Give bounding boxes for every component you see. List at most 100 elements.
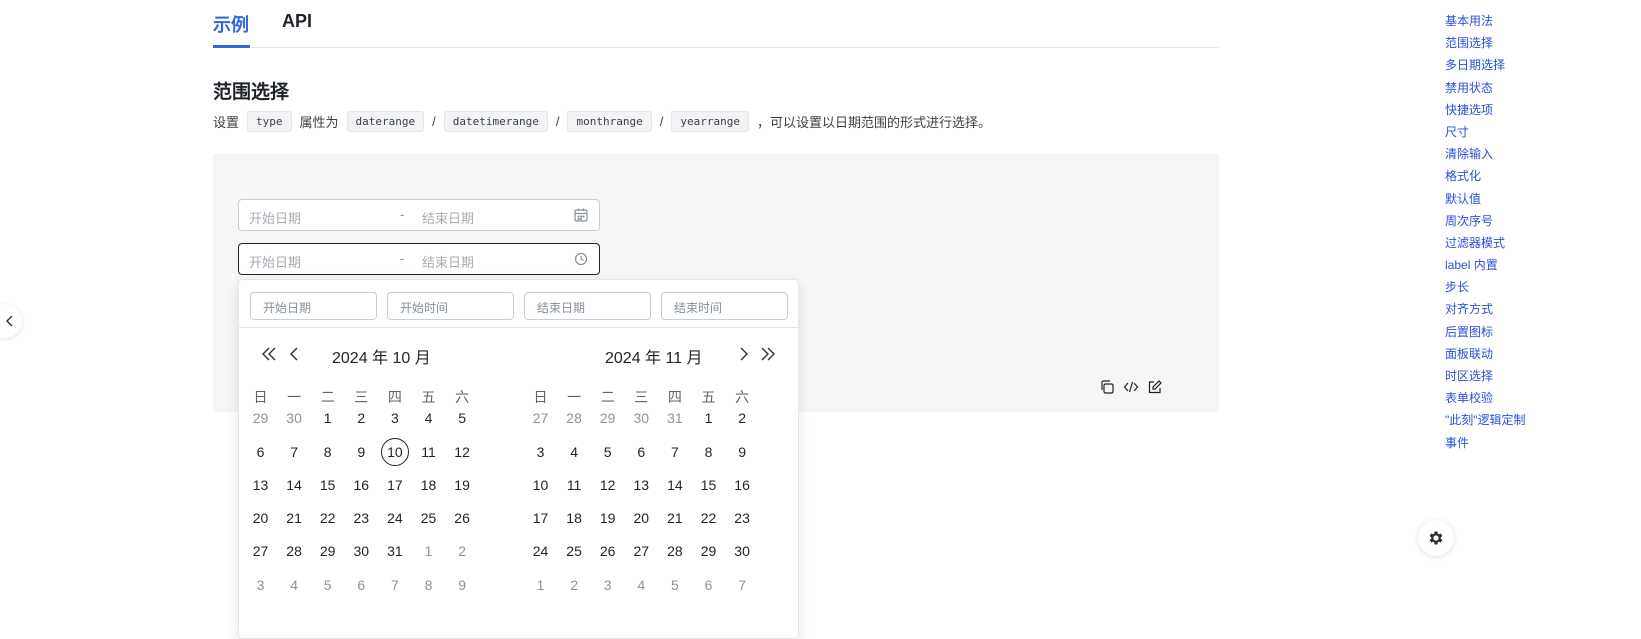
copy-code-icon[interactable] (1099, 379, 1115, 395)
calendar-day[interactable]: 30 (344, 537, 379, 565)
calendar-day[interactable]: 16 (344, 471, 379, 499)
calendar-day[interactable]: 24 (377, 504, 412, 532)
toc-link[interactable]: 步长 (1445, 278, 1526, 300)
calendar-day[interactable]: 3 (523, 438, 558, 466)
calendar-day[interactable]: 28 (277, 537, 312, 565)
calendar-day[interactable]: 8 (411, 571, 446, 599)
settings-button[interactable] (1418, 520, 1454, 556)
sidebar-toggle[interactable] (0, 304, 22, 338)
next-year-icon[interactable] (757, 343, 779, 365)
calendar-day[interactable]: 1 (310, 404, 345, 432)
view-source-icon[interactable] (1123, 379, 1139, 395)
calendar-day[interactable]: 30 (624, 404, 659, 432)
calendar-day[interactable]: 6 (243, 438, 278, 466)
calendar-day[interactable]: 3 (377, 404, 412, 432)
calendar-day[interactable]: 7 (277, 438, 312, 466)
calendar-day[interactable]: 22 (691, 504, 726, 532)
calendar-day[interactable]: 17 (377, 471, 412, 499)
calendar-day[interactable]: 23 (725, 504, 760, 532)
calendar-day[interactable]: 11 (557, 471, 592, 499)
calendar-day[interactable]: 21 (277, 504, 312, 532)
start-date-field[interactable]: 开始日期 (250, 292, 377, 320)
toc-link[interactable]: 对齐方式 (1445, 300, 1526, 322)
toc-link[interactable]: label 内置 (1445, 256, 1526, 278)
calendar-day[interactable]: 16 (725, 471, 760, 499)
calendar-day[interactable]: 14 (657, 471, 692, 499)
calendar-day[interactable]: 10 (523, 471, 558, 499)
calendar-day[interactable]: 23 (344, 504, 379, 532)
calendar-day[interactable]: 2 (344, 404, 379, 432)
calendar-day[interactable]: 20 (624, 504, 659, 532)
prev-month-icon[interactable] (283, 343, 305, 365)
calendar-day[interactable]: 27 (243, 537, 278, 565)
toc-link[interactable]: 面板联动 (1445, 345, 1526, 367)
calendar-day[interactable]: 26 (590, 537, 625, 565)
toc-link[interactable]: 时区选择 (1445, 367, 1526, 389)
calendar-day[interactable]: 6 (691, 571, 726, 599)
calendar-day[interactable]: 1 (411, 537, 446, 565)
toc-link[interactable]: 尺寸 (1445, 123, 1526, 145)
calendar-day[interactable]: 27 (624, 537, 659, 565)
calendar-day[interactable]: 31 (377, 537, 412, 565)
calendar-day[interactable]: 7 (657, 438, 692, 466)
calendar-day[interactable]: 22 (310, 504, 345, 532)
calendar-day[interactable]: 2 (725, 404, 760, 432)
calendar-day[interactable]: 30 (725, 537, 760, 565)
calendar-day[interactable]: 11 (411, 438, 446, 466)
date-range-input[interactable]: 开始日期 - 结束日期 (238, 199, 600, 231)
toc-link[interactable]: 快捷选项 (1445, 101, 1526, 123)
calendar-day[interactable]: 29 (243, 404, 278, 432)
toc-link[interactable]: 周次序号 (1445, 212, 1526, 234)
calendar-day[interactable]: 8 (310, 438, 345, 466)
toc-link[interactable]: 清除输入 (1445, 145, 1526, 167)
datetime-range-input[interactable]: 开始日期 - 结束日期 (238, 243, 600, 275)
calendar-day[interactable]: 1 (691, 404, 726, 432)
toc-link[interactable]: 事件 (1445, 434, 1526, 456)
calendar-day[interactable]: 18 (411, 471, 446, 499)
calendar-day[interactable]: 5 (445, 404, 480, 432)
calendar-day[interactable]: 5 (310, 571, 345, 599)
calendar-day[interactable]: 7 (725, 571, 760, 599)
calendar-day[interactable]: 29 (691, 537, 726, 565)
tab-api[interactable]: API (282, 11, 312, 32)
calendar-day[interactable]: 30 (277, 404, 312, 432)
calendar-day[interactable]: 29 (590, 404, 625, 432)
toc-link[interactable]: 多日期选择 (1445, 56, 1526, 78)
calendar-day[interactable]: 25 (557, 537, 592, 565)
toc-link[interactable]: 后置图标 (1445, 323, 1526, 345)
calendar-day[interactable]: 13 (624, 471, 659, 499)
calendar-day[interactable]: 12 (445, 438, 480, 466)
calendar-day[interactable]: 25 (411, 504, 446, 532)
toc-link[interactable]: 默认值 (1445, 190, 1526, 212)
calendar-day[interactable]: 24 (523, 537, 558, 565)
calendar-day[interactable]: 2 (557, 571, 592, 599)
toc-link[interactable]: 基本用法 (1445, 12, 1526, 34)
end-time-field[interactable]: 结束时间 (661, 292, 788, 320)
toc-link[interactable]: 禁用状态 (1445, 79, 1526, 101)
calendar-day[interactable]: 3 (243, 571, 278, 599)
edit-playground-icon[interactable] (1147, 379, 1163, 395)
calendar-day[interactable]: 7 (377, 571, 412, 599)
calendar-day[interactable]: 4 (277, 571, 312, 599)
toc-link[interactable]: 过滤器模式 (1445, 234, 1526, 256)
calendar-day[interactable]: 31 (657, 404, 692, 432)
calendar-day[interactable]: 18 (557, 504, 592, 532)
calendar-day[interactable]: 17 (523, 504, 558, 532)
calendar-day[interactable]: 5 (590, 438, 625, 466)
prev-year-icon[interactable] (258, 343, 280, 365)
calendar-day[interactable]: 6 (344, 571, 379, 599)
calendar-day[interactable]: 19 (590, 504, 625, 532)
calendar-day[interactable]: 28 (557, 404, 592, 432)
next-month-icon[interactable] (733, 343, 755, 365)
calendar-day[interactable]: 15 (691, 471, 726, 499)
calendar-day[interactable]: 27 (523, 404, 558, 432)
calendar-day[interactable]: 21 (657, 504, 692, 532)
toc-link[interactable]: 格式化 (1445, 167, 1526, 189)
calendar-day[interactable]: 28 (657, 537, 692, 565)
calendar-day[interactable]: 19 (445, 471, 480, 499)
calendar-day[interactable]: 1 (523, 571, 558, 599)
toc-link[interactable]: "此刻"逻辑定制 (1445, 411, 1526, 433)
toc-link[interactable]: 表单校验 (1445, 389, 1526, 411)
calendar-day[interactable]: 4 (557, 438, 592, 466)
calendar-day[interactable]: 9 (344, 438, 379, 466)
